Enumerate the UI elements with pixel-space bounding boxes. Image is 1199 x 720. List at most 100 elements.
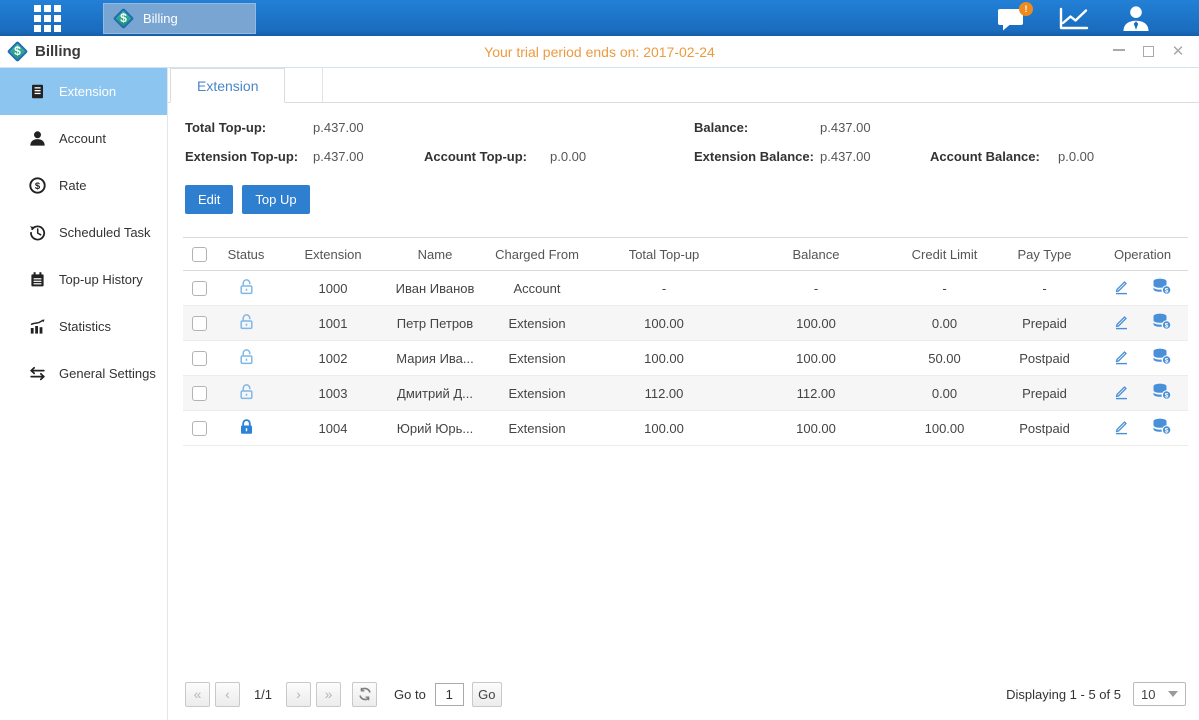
cell-credit-limit: -	[897, 271, 992, 306]
cell-total-topup: 112.00	[593, 376, 735, 411]
cell-name: Мария Ива...	[389, 341, 481, 376]
chat-icon[interactable]: !	[997, 6, 1026, 31]
app-grid-icon[interactable]	[34, 5, 61, 32]
cell-credit-limit: 50.00	[897, 341, 992, 376]
svg-text:$: $	[1165, 427, 1169, 434]
header-extension: Extension	[277, 238, 389, 271]
cell-pay-type: Prepaid	[992, 376, 1097, 411]
taskbar-billing-tab[interactable]: $ Billing	[103, 3, 256, 34]
cell-credit-limit: 0.00	[897, 306, 992, 341]
cell-charged-from: Extension	[481, 306, 593, 341]
window-title: Billing	[35, 43, 81, 60]
first-page-button[interactable]: «	[185, 682, 210, 707]
cell-total-topup: 100.00	[593, 306, 735, 341]
refresh-icon[interactable]	[352, 682, 377, 707]
header-total-topup: Total Top-up	[593, 238, 735, 271]
user-icon[interactable]	[1121, 5, 1151, 31]
topup-coins-icon[interactable]: $	[1152, 278, 1172, 298]
edit-icon[interactable]	[1113, 383, 1130, 403]
lock-status-icon[interactable]	[239, 383, 254, 403]
next-page-button[interactable]: ›	[286, 682, 311, 707]
header-charged-from: Charged From	[481, 238, 593, 271]
ledger-icon	[29, 83, 46, 100]
cell-pay-type: Postpaid	[992, 341, 1097, 376]
svg-text:$: $	[1165, 392, 1169, 399]
balance-value: p.437.00	[820, 120, 930, 135]
cell-name: Юрий Юрь...	[389, 411, 481, 446]
page-size-select[interactable]: 10	[1133, 682, 1186, 706]
close-icon[interactable]: ✕	[1171, 45, 1185, 59]
total-topup-value: p.437.00	[313, 120, 424, 135]
sidebar-item-rate[interactable]: $ Rate	[0, 162, 167, 209]
account-topup-label: Account Top-up:	[424, 149, 550, 164]
cell-charged-from: Extension	[481, 376, 593, 411]
prev-page-button[interactable]: ‹	[215, 682, 240, 707]
cell-total-topup: 100.00	[593, 411, 735, 446]
minimize-icon[interactable]	[1113, 49, 1125, 63]
notepad-icon	[29, 271, 46, 288]
sidebar-item-scheduled-task[interactable]: Scheduled Task	[0, 209, 167, 256]
row-checkbox[interactable]	[192, 281, 207, 296]
topup-coins-icon[interactable]: $	[1152, 313, 1172, 333]
cell-charged-from: Extension	[481, 341, 593, 376]
sidebar-item-account[interactable]: Account	[0, 115, 167, 162]
edit-icon[interactable]	[1113, 348, 1130, 368]
cell-charged-from: Account	[481, 271, 593, 306]
row-checkbox[interactable]	[192, 351, 207, 366]
svg-text:$: $	[1165, 322, 1169, 329]
header-pay-type: Pay Type	[992, 238, 1097, 271]
cell-balance: 100.00	[735, 306, 897, 341]
cell-total-topup: 100.00	[593, 341, 735, 376]
sidebar-item-general-settings[interactable]: General Settings	[0, 350, 167, 397]
extension-balance-value: p.437.00	[820, 149, 930, 164]
sidebar-label: General Settings	[59, 366, 156, 381]
lock-status-icon[interactable]	[239, 278, 254, 298]
tab-label: Extension	[197, 78, 258, 94]
tab-strip-divider	[285, 68, 323, 102]
edit-icon[interactable]	[1113, 418, 1130, 438]
cell-pay-type: -	[992, 271, 1097, 306]
chart-icon[interactable]	[1058, 6, 1089, 31]
sidebar-item-extension[interactable]: Extension	[0, 68, 167, 115]
account-balance-value: p.0.00	[1058, 149, 1199, 164]
balance-label: Balance:	[694, 120, 820, 135]
topup-coins-icon[interactable]: $	[1152, 383, 1172, 403]
sliders-icon	[29, 365, 46, 382]
maximize-icon[interactable]	[1141, 45, 1155, 59]
sidebar-item-statistics[interactable]: Statistics	[0, 303, 167, 350]
lock-status-icon[interactable]	[239, 418, 254, 438]
edit-icon[interactable]	[1113, 313, 1130, 333]
sidebar-item-topup-history[interactable]: Top-up History	[0, 256, 167, 303]
last-page-button[interactable]: »	[316, 682, 341, 707]
tab-extension[interactable]: Extension	[170, 68, 285, 103]
cell-extension: 1003	[277, 376, 389, 411]
row-checkbox[interactable]	[192, 421, 207, 436]
goto-page-input[interactable]	[435, 683, 464, 706]
top-up-button[interactable]: Top Up	[242, 185, 309, 214]
edit-button[interactable]: Edit	[185, 185, 233, 214]
lock-status-icon[interactable]	[239, 313, 254, 333]
topup-coins-icon[interactable]: $	[1152, 348, 1172, 368]
sidebar-label: Scheduled Task	[59, 225, 151, 240]
row-checkbox[interactable]	[192, 386, 207, 401]
sidebar-label: Account	[59, 131, 106, 146]
cell-balance: 100.00	[735, 411, 897, 446]
table-row: 1001 Петр Петров Extension 100.00 100.00…	[183, 306, 1188, 341]
cell-name: Петр Петров	[389, 306, 481, 341]
topup-coins-icon[interactable]: $	[1152, 418, 1172, 438]
cell-extension: 1001	[277, 306, 389, 341]
content-panel: Extension Total Top-up: p.437.00 Balance…	[168, 68, 1199, 720]
summary-panel: Total Top-up: p.437.00 Balance: p.437.00…	[185, 120, 1199, 164]
row-checkbox[interactable]	[192, 316, 207, 331]
extension-balance-label: Extension Balance:	[694, 149, 820, 164]
edit-icon[interactable]	[1113, 278, 1130, 298]
cell-name: Дмитрий Д...	[389, 376, 481, 411]
select-all-checkbox[interactable]	[192, 247, 207, 262]
pagination-bar: « ‹ 1/1 › » Go to Go Displaying 1 - 5 of…	[168, 676, 1199, 720]
account-balance-label: Account Balance:	[930, 149, 1058, 164]
lock-status-icon[interactable]	[239, 348, 254, 368]
go-button[interactable]: Go	[472, 682, 502, 707]
header-credit-limit: Credit Limit	[897, 238, 992, 271]
table-row: 1000 Иван Иванов Account - - - - $	[183, 271, 1188, 306]
cell-credit-limit: 0.00	[897, 376, 992, 411]
